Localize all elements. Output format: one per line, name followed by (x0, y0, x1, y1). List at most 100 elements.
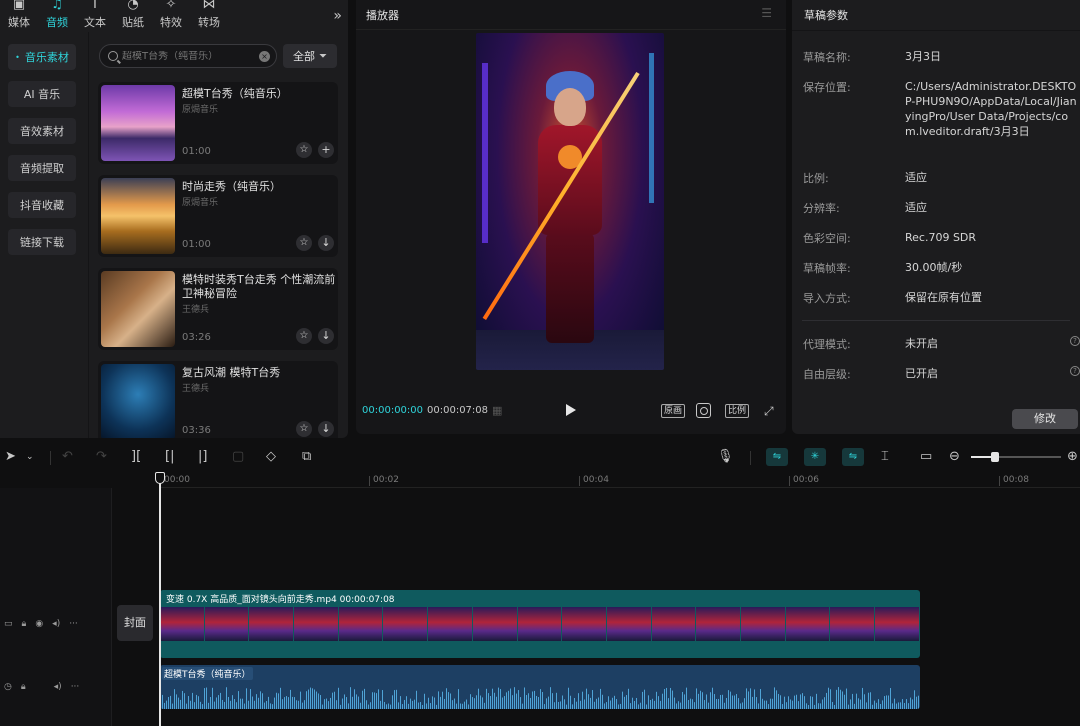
redo-icon[interactable]: ↷ (96, 449, 107, 465)
zoom-in-icon[interactable]: ⊕ (1067, 449, 1078, 465)
waveform-bar (860, 699, 861, 709)
waveform-bar (716, 698, 717, 709)
waveform-bar (620, 703, 621, 709)
category-audio-extract[interactable]: 音频提取 (8, 155, 76, 181)
lock-icon[interactable]: 🔒︎ (22, 619, 27, 629)
menu-icon[interactable]: ☰ (761, 6, 772, 20)
more-icon[interactable]: ··· (71, 682, 80, 692)
speaker-icon[interactable]: ◂) (52, 619, 60, 629)
tab-effects[interactable]: ✧ 特效 (152, 0, 190, 32)
expand-tabs-icon[interactable]: » (333, 8, 342, 24)
favorite-star-icon[interactable]: ☆ (296, 235, 312, 251)
search-input[interactable] (122, 50, 262, 62)
microphone-icon[interactable]: 🎙 (717, 449, 734, 465)
aspect-ratio-button[interactable]: 比例 (725, 404, 750, 418)
video-preview[interactable] (476, 33, 664, 370)
shield-icon[interactable]: ◇ (266, 449, 276, 465)
waveform-bar (530, 697, 531, 709)
waveform-bar (712, 687, 713, 709)
grid-icon[interactable]: ▦ (492, 404, 502, 417)
total-time: 00:00:07:08 (427, 405, 489, 416)
download-icon[interactable]: ↓ (318, 235, 334, 251)
zoom-out-icon[interactable]: ⊖ (949, 449, 960, 465)
more-icon[interactable]: ··· (69, 619, 78, 629)
tab-sticker[interactable]: ◔ 贴纸 (114, 0, 152, 32)
media-icon: ▣ (12, 0, 26, 12)
cover-button[interactable]: 封面 (117, 605, 153, 641)
waveform-bar (406, 696, 407, 709)
waveform-bar (774, 687, 775, 709)
category-douyin-favorites[interactable]: 抖音收藏 (8, 192, 76, 218)
waveform-bar (912, 699, 913, 709)
fullscreen-icon[interactable]: ⤢ (764, 404, 774, 419)
preview-axis-icon[interactable]: ⌶ (881, 449, 889, 465)
playhead[interactable] (159, 473, 161, 726)
audio-clip[interactable]: 超模T台秀（纯音乐） (160, 665, 920, 709)
waveform-bar (916, 696, 917, 709)
waveform-bar (332, 692, 333, 709)
add-icon[interactable]: + (318, 142, 334, 158)
favorite-star-icon[interactable]: ☆ (296, 142, 312, 158)
waveform-bar (588, 694, 589, 709)
waveform-bar (600, 688, 601, 709)
waveform-bar (192, 692, 193, 709)
download-icon[interactable]: ↓ (318, 421, 334, 437)
waveform-bar (324, 699, 325, 709)
waveform-bar (808, 704, 809, 709)
download-icon[interactable]: ↓ (318, 328, 334, 344)
list-item[interactable]: 模特时装秀T台走秀 个性潮流前卫神秘冒险 王德兵 03:26 ☆ ↓ (98, 268, 338, 350)
play-button[interactable] (562, 402, 578, 418)
tab-transition[interactable]: ⋈ 转场 (190, 0, 228, 32)
waveform-bar (446, 688, 447, 709)
screen-icon[interactable]: ▭ (920, 449, 932, 465)
clear-icon[interactable]: × (259, 51, 270, 62)
waveform-bar (878, 699, 879, 709)
tick-mark (789, 476, 790, 486)
filter-button[interactable]: 全部 ⏷ (283, 44, 337, 68)
export-frame-icon[interactable]: ⧉ (302, 449, 311, 465)
auto-snap-icon[interactable]: ✳ (804, 448, 826, 466)
lock-icon[interactable]: 🔒︎ (21, 682, 26, 692)
prop-key: 导入方式: (803, 292, 851, 305)
delete-right-icon[interactable]: |] (198, 449, 207, 465)
tab-audio[interactable]: ♫ 音频 (38, 0, 76, 32)
split-icon[interactable]: ][ (131, 449, 141, 465)
select-cursor-icon[interactable]: ➤ (5, 449, 16, 465)
chevron-down-icon[interactable]: ⌄ (26, 449, 34, 465)
speaker-icon[interactable]: ◂) (54, 682, 62, 692)
waveform-bar (450, 693, 451, 709)
category-sound-effects[interactable]: 音效素材 (8, 118, 76, 144)
main-track-magnet-icon[interactable]: ⇋ (766, 448, 788, 466)
waveform-bar (252, 696, 253, 709)
linkage-icon[interactable]: ⇋ (842, 448, 864, 466)
category-ai-music[interactable]: AI 音乐 (8, 81, 76, 107)
undo-icon[interactable]: ↶ (62, 449, 73, 465)
tab-text[interactable]: T 文本 (76, 0, 114, 32)
time-ruler[interactable]: 00:00 00:02 00:04 00:06 00:08 (160, 470, 1080, 488)
original-quality-button[interactable]: 原画 (661, 404, 686, 418)
video-frame-thumbnail (204, 607, 250, 641)
list-item[interactable]: 时尚走秀（纯音乐） 原焗音乐 01:00 ☆ ↓ (98, 175, 338, 257)
waveform-bar (416, 690, 417, 709)
video-clip[interactable]: 变速 0.7X 高品质_面对镜头向前走秀.mp4 00:00:07:08 (160, 590, 920, 658)
help-icon[interactable]: ? (1070, 366, 1080, 376)
waveform-bar (742, 702, 743, 709)
waveform-bar (528, 693, 529, 709)
list-item[interactable]: 超模T台秀（纯音乐） 原焗音乐 01:00 ☆ + (98, 82, 338, 164)
favorite-star-icon[interactable]: ☆ (296, 328, 312, 344)
tab-media[interactable]: ▣ 媒体 (0, 0, 38, 32)
eye-icon[interactable]: ◉ (35, 619, 43, 629)
help-icon[interactable]: ? (1070, 336, 1080, 346)
zoom-slider-handle[interactable] (991, 452, 1000, 462)
zoom-slider[interactable] (971, 452, 1061, 462)
waveform-bar (652, 698, 653, 709)
category-link-download[interactable]: 链接下载 (8, 229, 76, 255)
list-item[interactable]: 复古风潮 模特T台秀 王德兵 03:36 ☆ ↓ (98, 361, 338, 438)
focus-icon[interactable] (696, 403, 711, 418)
delete-icon[interactable]: ▢ (232, 449, 244, 465)
delete-left-icon[interactable]: [| (165, 449, 174, 465)
category-music[interactable]: 音乐素材 (8, 44, 76, 70)
modify-button[interactable]: 修改 (1012, 409, 1078, 429)
playhead-handle[interactable] (155, 472, 165, 484)
favorite-star-icon[interactable]: ☆ (296, 421, 312, 437)
